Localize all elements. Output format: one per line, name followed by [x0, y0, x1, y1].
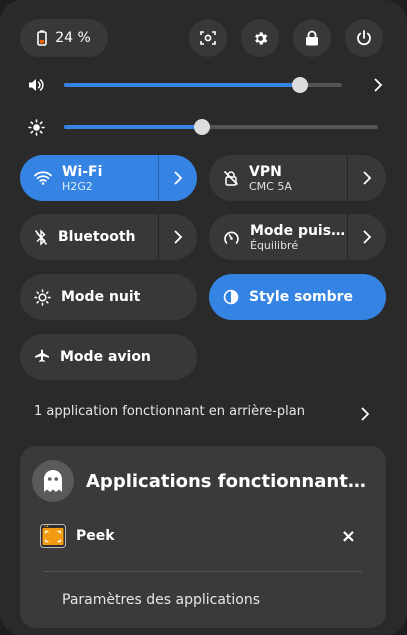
- brightness-slider[interactable]: [64, 119, 378, 135]
- power-mode-menu-button[interactable]: [347, 214, 386, 260]
- card-title: Applications fonctionnant en arrière-pla…: [86, 470, 368, 492]
- dark-style-icon: [223, 289, 239, 305]
- screenshot-button[interactable]: [189, 19, 227, 57]
- volume-slider[interactable]: [64, 77, 342, 93]
- chevron-right-icon: [360, 406, 370, 422]
- chevron-right-icon: [173, 170, 183, 186]
- background-apps-row[interactable]: 1 application fonctionnant en arrière-pl…: [20, 398, 386, 430]
- bluetooth-title: Bluetooth: [58, 229, 136, 245]
- airplane-mode-toggle[interactable]: Mode avion: [20, 334, 197, 380]
- background-apps-label: 1 application fonctionnant en arrière-pl…: [34, 404, 305, 419]
- power-button[interactable]: [345, 19, 383, 57]
- vpn-connection: CMC 5A: [249, 179, 292, 193]
- power-icon: [356, 30, 372, 46]
- vpn-off-icon: [223, 170, 239, 186]
- bluetooth-tile[interactable]: Bluetooth: [20, 214, 197, 260]
- dark-style-tile[interactable]: Style sombre: [209, 274, 386, 320]
- settings-button[interactable]: [241, 19, 279, 57]
- vpn-toggle[interactable]: VPN CMC 5A: [209, 155, 347, 201]
- battery-indicator[interactable]: 24 %: [20, 19, 108, 57]
- vpn-tile[interactable]: VPN CMC 5A: [209, 155, 386, 201]
- chevron-right-icon: [362, 170, 372, 186]
- wifi-title: Wi-Fi: [62, 163, 103, 180]
- night-mode-tile[interactable]: Mode nuit: [20, 274, 197, 320]
- airplane-icon: [34, 349, 50, 365]
- app-settings-link[interactable]: Paramètres des applications: [62, 592, 260, 608]
- vpn-menu-button[interactable]: [347, 155, 386, 201]
- volume-slider-handle[interactable]: [292, 77, 309, 93]
- dark-style-title: Style sombre: [249, 289, 354, 305]
- chevron-right-icon[interactable]: [373, 77, 383, 93]
- app-row-peek[interactable]: Peek ×: [40, 524, 358, 548]
- gear-icon: [252, 30, 269, 47]
- brightness-row: [20, 112, 387, 142]
- airplane-mode-tile[interactable]: Mode avion: [20, 334, 197, 380]
- lock-button[interactable]: [293, 19, 331, 57]
- night-mode-title: Mode nuit: [61, 289, 141, 305]
- wifi-menu-button[interactable]: [158, 155, 197, 201]
- power-mode-value: Équilibré: [250, 238, 299, 252]
- volume-slider-fill: [64, 83, 301, 87]
- screenshot-icon: [200, 30, 216, 46]
- wifi-tile[interactable]: Wi-Fi H2G2: [20, 155, 197, 201]
- night-light-icon: [34, 288, 51, 306]
- chevron-right-icon: [173, 229, 183, 245]
- close-app-button[interactable]: ×: [339, 526, 358, 547]
- battery-icon: [37, 30, 48, 46]
- card-header: Applications fonctionnant en arrière-pla…: [32, 460, 368, 502]
- wifi-icon: [34, 171, 52, 185]
- app-name: Peek: [76, 528, 115, 544]
- brightness-slider-handle[interactable]: [194, 119, 211, 135]
- battery-percentage: 24 %: [55, 30, 91, 46]
- power-mode-title: Mode puiss…: [250, 222, 347, 239]
- speedometer-icon: [223, 229, 240, 246]
- bluetooth-off-icon: [34, 228, 48, 246]
- speaker-icon: [28, 77, 45, 93]
- vpn-title: VPN: [249, 163, 282, 180]
- card-divider: [44, 571, 362, 572]
- night-mode-toggle[interactable]: Mode nuit: [20, 274, 197, 320]
- brightness-icon: [28, 118, 45, 136]
- wifi-toggle[interactable]: Wi-Fi H2G2: [20, 155, 158, 201]
- chevron-right-icon: [362, 229, 372, 245]
- wifi-network: H2G2: [62, 179, 93, 193]
- volume-row: [20, 70, 387, 100]
- dark-style-toggle[interactable]: Style sombre: [209, 274, 386, 320]
- peek-app-icon: [40, 524, 66, 548]
- power-mode-tile[interactable]: Mode puiss… Équilibré: [209, 214, 386, 260]
- brightness-slider-fill: [64, 125, 203, 129]
- quick-settings-panel: 24 % Wi-Fi H2G2 VPN CMC 5A Bluetooth Mod…: [0, 0, 407, 635]
- bluetooth-toggle[interactable]: Bluetooth: [20, 214, 158, 260]
- power-mode-toggle[interactable]: Mode puiss… Équilibré: [209, 214, 347, 260]
- ghost-icon: [32, 460, 74, 502]
- airplane-mode-title: Mode avion: [60, 349, 151, 365]
- background-apps-card: Applications fonctionnant en arrière-pla…: [20, 446, 386, 628]
- lock-icon: [305, 30, 319, 46]
- bluetooth-menu-button[interactable]: [158, 214, 197, 260]
